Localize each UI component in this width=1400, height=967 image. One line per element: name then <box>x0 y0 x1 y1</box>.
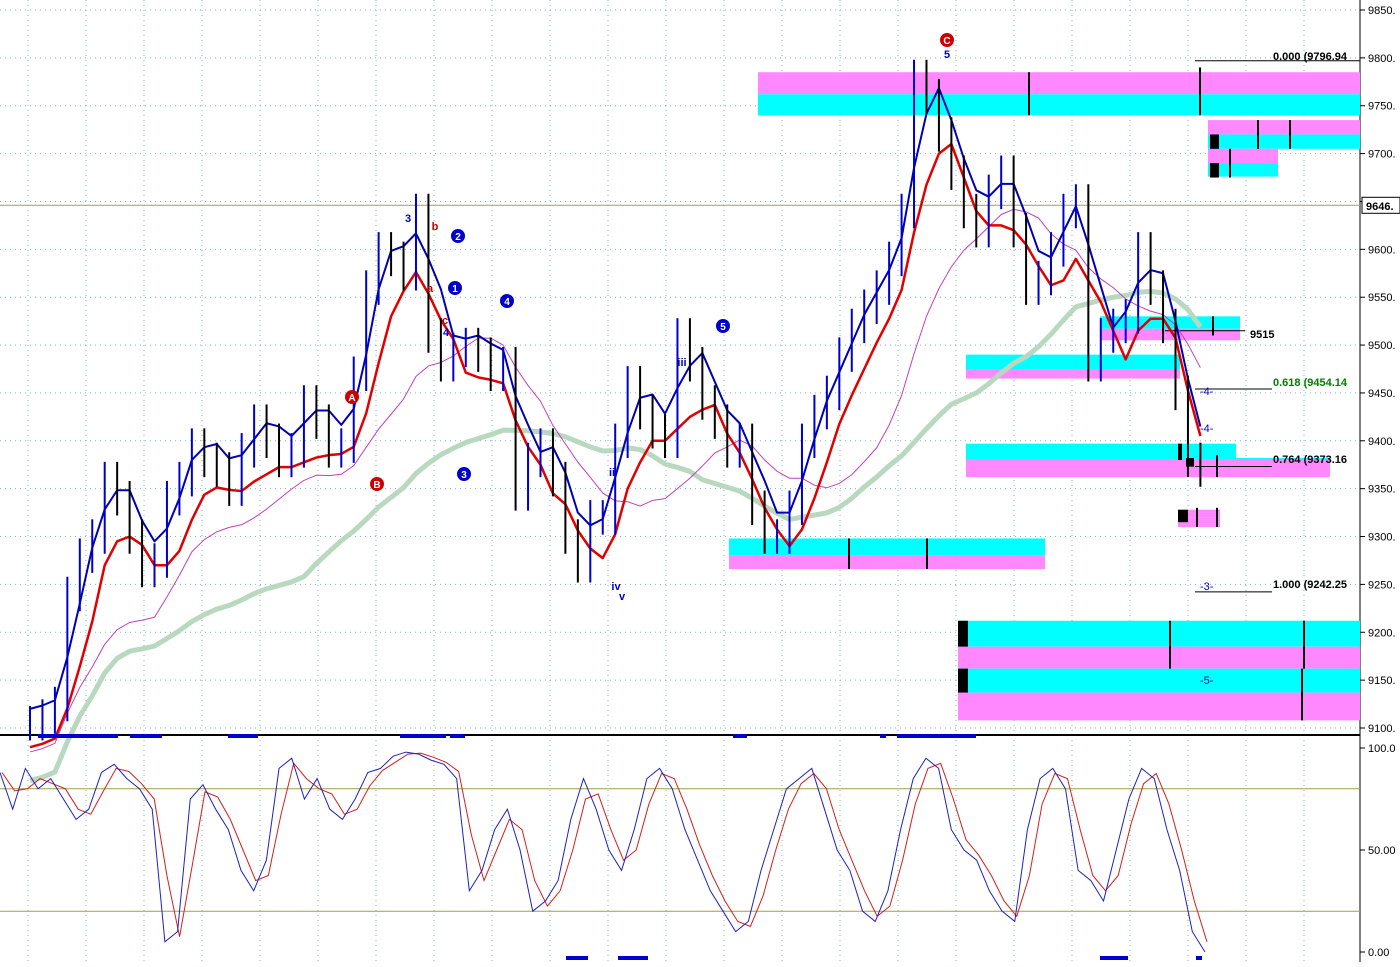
price-axis-tick-label: 9800. <box>1368 53 1396 65</box>
signal-bar-top <box>733 734 747 738</box>
signal-bar-bottom <box>566 956 588 960</box>
wave-label: 1 <box>452 284 458 295</box>
current-price-label: 9646. <box>1366 201 1394 213</box>
stoch-axis-tick-label: 100.0 <box>1368 743 1396 755</box>
signal-bar-bottom <box>1100 956 1128 960</box>
signal-bar-top <box>450 734 465 738</box>
zone-cyan <box>958 668 1360 693</box>
price-axis-tick-label: 9100. <box>1368 723 1396 735</box>
price-axis-tick-label: 9200. <box>1368 627 1396 639</box>
wave-label: 4 <box>443 327 450 339</box>
price-axis-tick-label: 9350. <box>1368 484 1396 496</box>
signal-bar-bottom <box>1196 956 1202 960</box>
price-axis-tick-label: 9550. <box>1368 292 1396 304</box>
price-axis-tick-label: 9450. <box>1368 388 1396 400</box>
signal-bar-top <box>400 734 446 738</box>
wave-label: 4 <box>504 297 510 308</box>
zone-marker <box>1196 507 1198 527</box>
price-axis-tick-label: 9400. <box>1368 436 1396 448</box>
zone-marker <box>1216 507 1218 527</box>
zone-magenta <box>758 72 1360 95</box>
zone-marker <box>1212 316 1214 336</box>
zone-marker <box>1229 148 1231 178</box>
zone-marker <box>1199 67 1201 116</box>
price-axis-tick-label: 9150. <box>1368 675 1396 687</box>
wave-label: c <box>442 315 448 327</box>
zone-marker <box>1303 620 1305 669</box>
zone-magenta <box>958 646 1360 669</box>
zone-marker <box>926 538 928 570</box>
projection-label-4a: -4- <box>1200 386 1214 398</box>
signal-bar-top <box>880 734 886 738</box>
wave-label: 5 <box>720 322 726 333</box>
level-text-9515: 9515 <box>1250 329 1274 341</box>
fib-label-0: 0.000 (9796.94 <box>1273 51 1348 63</box>
wave-label: iii <box>677 357 686 369</box>
signal-bar-top <box>897 734 976 738</box>
zone-magenta <box>1208 120 1360 135</box>
zone-cyan <box>966 443 1236 460</box>
zone-marker <box>958 620 968 647</box>
price-axis-tick-label: 9250. <box>1368 579 1396 591</box>
zone-marker <box>1257 120 1259 149</box>
projection-label-5: -5- <box>1200 675 1214 687</box>
zone-marker <box>1210 163 1219 178</box>
wave-label: 2 <box>455 232 461 243</box>
zone-magenta <box>729 555 1045 570</box>
zone-magenta <box>958 692 1360 721</box>
signal-bar-top <box>38 734 118 738</box>
wave-label: a <box>427 283 434 295</box>
zone-cyan <box>958 620 1360 647</box>
wave-label: A <box>348 393 355 404</box>
signal-bar-top <box>228 734 258 738</box>
zone-marker <box>1301 668 1303 721</box>
stoch-axis-tick-label: 0.00 <box>1368 947 1389 959</box>
zone-marker <box>1028 72 1030 116</box>
fib-label-618: 0.618 (9454.14 <box>1273 377 1348 389</box>
zone-marker <box>1178 509 1188 523</box>
price-axis-tick-label: 9500. <box>1368 340 1396 352</box>
wave-label: 3 <box>405 213 411 225</box>
fib-label-1000: 1.000 (9242.25 <box>1273 579 1347 591</box>
projection-label-4b: -4- <box>1200 423 1214 435</box>
price-axis-tick-label: 9850. <box>1368 5 1396 17</box>
zone-marker <box>1289 120 1291 149</box>
stoch-axis-tick-label: 50.00 <box>1368 845 1396 857</box>
zone-marker <box>1178 443 1182 460</box>
signal-bar-top <box>130 734 162 738</box>
price-axis-tick-label: 9750. <box>1368 101 1396 113</box>
price-axis-tick-label: 9700. <box>1368 149 1396 161</box>
zone-cyan <box>966 354 1180 369</box>
wave-label: B <box>373 480 380 491</box>
zone-marker <box>1210 134 1219 149</box>
signal-bar-bottom <box>618 956 648 960</box>
wave-label: ii <box>609 467 615 479</box>
wave-label: C <box>943 36 950 47</box>
fib-label-764: 0.764 (9373.16 <box>1273 454 1347 466</box>
wave-label: 5 <box>944 49 950 61</box>
wave-label: 3 <box>461 470 467 481</box>
wave-label: v <box>619 591 626 603</box>
zone-cyan <box>758 94 1360 116</box>
price-axis-tick-label: 9300. <box>1368 532 1396 544</box>
chart-canvas[interactable]: C53b21ac4AB345iiiivvii 9850.9800.9750.97… <box>0 0 1400 962</box>
zone-marker <box>958 668 968 693</box>
wave-label: b <box>432 221 439 233</box>
chart-root: C 5 3 b 2 1 a c 4 A B 3 4 5 iii iv v ii 9850. 9800. 9750. 97… <box>0 0 1400 962</box>
zone-marker <box>1169 620 1171 669</box>
zone-cyan <box>1208 134 1360 149</box>
price-axis-tick-label: 9600. <box>1368 244 1396 256</box>
zone-marker <box>848 538 850 570</box>
projection-label-3: -3- <box>1200 581 1214 593</box>
